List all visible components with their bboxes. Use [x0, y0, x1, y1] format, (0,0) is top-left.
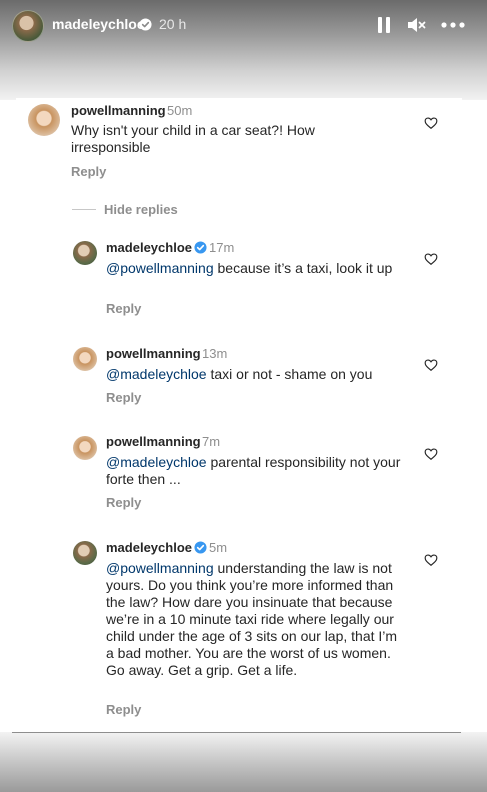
story-timestamp: 20 h: [159, 16, 187, 32]
avatar[interactable]: [73, 541, 97, 565]
reply-button[interactable]: Reply: [106, 390, 141, 405]
comments-panel: powellmanning 50m Why isn't your child i…: [16, 98, 462, 732]
heart-icon[interactable]: [424, 358, 438, 372]
reply-text: @powellmanning understanding the law is …: [106, 560, 406, 679]
heart-icon[interactable]: [424, 116, 438, 130]
verified-badge-icon: [139, 18, 152, 31]
comment-username[interactable]: powellmanning: [71, 103, 166, 118]
story-avatar[interactable]: [12, 10, 44, 42]
avatar[interactable]: [28, 104, 60, 136]
reply-username[interactable]: madeleychloe: [106, 240, 192, 255]
mute-icon[interactable]: [405, 14, 427, 36]
reply-button[interactable]: Reply: [71, 164, 106, 179]
mention-link[interactable]: @madeleychloe: [106, 366, 207, 382]
verified-badge-icon: [194, 541, 207, 554]
verified-badge-icon: [194, 241, 207, 254]
reply-button[interactable]: Reply: [106, 702, 141, 717]
story-header: madeleychloe 20 h: [0, 0, 487, 100]
reply-input-divider: [12, 732, 461, 733]
reply-username[interactable]: powellmanning: [106, 434, 201, 449]
reply-body: understanding the law is not yours. Do y…: [106, 560, 398, 678]
comment-timestamp: 50m: [167, 103, 193, 118]
reply-text: @madeleychloe parental responsibility no…: [106, 454, 406, 488]
more-icon[interactable]: [440, 14, 466, 36]
heart-icon[interactable]: [424, 553, 438, 567]
reply-timestamp: 13m: [202, 346, 228, 361]
mention-link[interactable]: @madeleychloe: [106, 454, 207, 470]
hide-replies-divider: [72, 209, 96, 210]
reply-button[interactable]: Reply: [106, 495, 141, 510]
reply-timestamp: 7m: [202, 434, 221, 449]
reply-button[interactable]: Reply: [106, 301, 141, 316]
reply-body: because it’s a taxi, look it up: [213, 260, 393, 276]
reply-username[interactable]: powellmanning: [106, 346, 201, 361]
reply-timestamp: 17m: [209, 240, 235, 255]
avatar[interactable]: [73, 347, 97, 371]
comment-text: Why isn't your child in a car seat?! How…: [71, 122, 315, 155]
reply-body: taxi or not - shame on you: [206, 366, 373, 382]
heart-icon[interactable]: [424, 447, 438, 461]
pause-icon[interactable]: [373, 14, 395, 36]
reply-username[interactable]: madeleychloe: [106, 540, 192, 555]
story-footer: [0, 732, 487, 792]
reply-text: @madeleychloe taxi or not - shame on you: [106, 366, 416, 383]
reply-text: @powellmanning because it’s a taxi, look…: [106, 260, 411, 277]
mention-link[interactable]: @powellmanning: [106, 560, 214, 576]
mention-link[interactable]: @powellmanning: [106, 260, 214, 276]
heart-icon[interactable]: [424, 252, 438, 266]
reply-timestamp: 5m: [209, 540, 228, 555]
hide-replies-button[interactable]: Hide replies: [104, 202, 178, 217]
story-username[interactable]: madeleychloe: [52, 16, 145, 32]
avatar[interactable]: [73, 241, 97, 265]
avatar[interactable]: [73, 436, 97, 460]
